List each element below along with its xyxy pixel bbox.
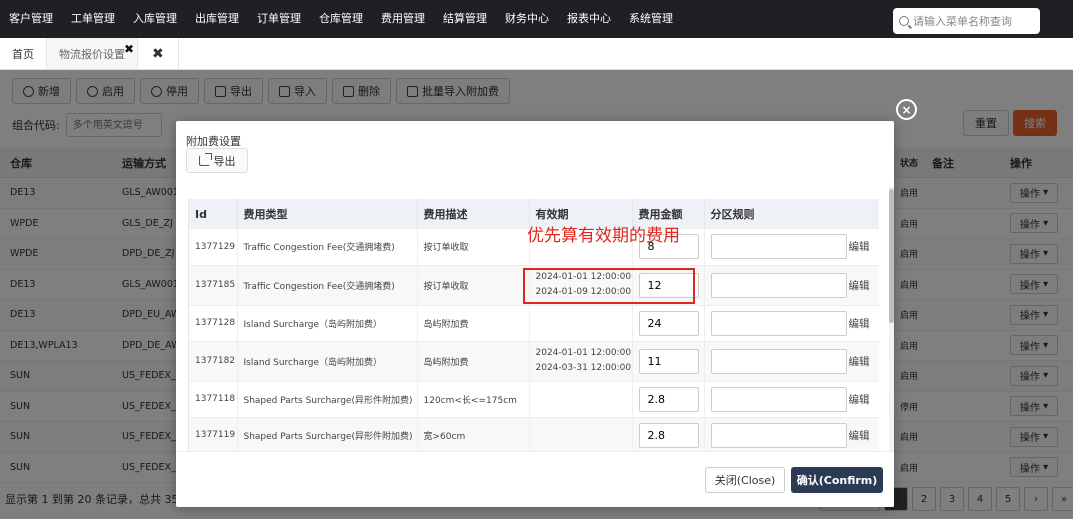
tab-home-label: 首页: [12, 47, 34, 61]
cell-zone-rule: 编辑: [704, 229, 879, 266]
menu-settlement[interactable]: 结算管理: [434, 0, 496, 38]
modal-export-label: 导出: [213, 154, 236, 168]
amount-input[interactable]: [638, 310, 699, 336]
cell-amount: [632, 265, 705, 306]
edit-link[interactable]: 编辑: [849, 356, 870, 368]
surcharge-settings-modal: 附加费设置 导出 Id 费用类型 费用描述 有效期 费用金额 分区规则 1377…: [176, 121, 894, 507]
edit-link[interactable]: 编辑: [849, 394, 870, 406]
cell-zone-rule: 编辑: [704, 381, 879, 418]
edit-link[interactable]: 编辑: [849, 430, 870, 442]
menu-warehouse[interactable]: 仓库管理: [310, 0, 372, 38]
zone-rule-input[interactable]: [710, 272, 847, 298]
valid-to: 2024-03-31 12:00:00: [535, 363, 632, 373]
modal-title: 附加费设置: [186, 135, 241, 148]
table-row: 1377182 Island Surcharge（岛屿附加费） 岛屿附加费 2024-…: [189, 341, 879, 382]
menu-orders[interactable]: 订单管理: [248, 0, 310, 38]
cell-fee-desc: 120cm<长<=175cm: [417, 381, 530, 418]
modal-export-button[interactable]: 导出: [186, 148, 248, 173]
table-row: 1377185 Traffic Congestion Fee(交通拥堵费) 按订单收…: [189, 265, 879, 306]
export-icon: [198, 153, 212, 166]
cell-fee-desc: 宽>60cm: [417, 417, 530, 451]
cell-id: 1377118: [189, 381, 238, 418]
menu-system[interactable]: 系统管理: [620, 0, 682, 38]
modal-scrollbar-thumb[interactable]: [889, 189, 894, 323]
zone-rule-input[interactable]: [710, 422, 847, 448]
confirm-button[interactable]: 确认(Confirm): [791, 467, 883, 493]
cell-fee-type: Island Surcharge（岛屿附加费）: [237, 305, 418, 342]
cell-amount: [632, 305, 705, 342]
cell-fee-type: Shaped Parts Surcharge(异形件附加费): [237, 381, 418, 418]
table-row: 1377128Island Surcharge（岛屿附加费）岛屿附加费 编辑: [189, 305, 879, 342]
cell-zone-rule: 编辑: [704, 341, 879, 382]
tab-home[interactable]: 首页: [0, 38, 47, 69]
menu-outbound[interactable]: 出库管理: [186, 0, 248, 38]
modal-footer: 关闭(Close) 确认(Confirm): [176, 451, 894, 507]
cell-validity: [529, 417, 633, 451]
cell-validity: [529, 381, 633, 418]
tab-logistics-quote[interactable]: 物流报价设置 ✖: [47, 38, 138, 69]
cell-fee-desc: 岛屿附加费: [417, 305, 530, 342]
cell-fee-type: Island Surcharge（岛屿附加费）: [237, 341, 418, 382]
edit-link[interactable]: 编辑: [849, 318, 870, 330]
cell-amount: [632, 381, 705, 418]
top-nav: 客户管理 工单管理 入库管理 出库管理 订单管理 仓库管理 费用管理 结算管理 …: [0, 0, 1073, 38]
zone-rule-input[interactable]: [710, 310, 847, 336]
menu-inbound[interactable]: 入库管理: [124, 0, 186, 38]
cell-id: 1377119: [189, 417, 238, 451]
cell-fee-desc: 按订单收取: [417, 229, 530, 266]
main-menu: 客户管理 工单管理 入库管理 出库管理 订单管理 仓库管理 费用管理 结算管理 …: [0, 0, 682, 38]
cell-validity: [529, 305, 633, 342]
col-id: Id: [189, 199, 238, 229]
edit-link[interactable]: 编辑: [849, 280, 870, 292]
tab-close-icon[interactable]: ✖: [124, 42, 134, 56]
close-all-tabs-icon[interactable]: ✖: [138, 38, 179, 69]
col-fee-desc: 费用描述: [417, 199, 530, 229]
cell-fee-type: Traffic Congestion Fee(交通拥堵费): [237, 265, 418, 306]
menu-reports[interactable]: 报表中心: [558, 0, 620, 38]
amount-input[interactable]: [638, 272, 699, 298]
close-button[interactable]: 关闭(Close): [705, 467, 785, 493]
menu-workorder[interactable]: 工单管理: [62, 0, 124, 38]
menu-search: [893, 8, 1040, 34]
cell-fee-desc: 岛屿附加费: [417, 341, 530, 382]
amount-input[interactable]: [638, 386, 699, 412]
cell-zone-rule: 编辑: [704, 417, 879, 451]
annotation-note: 优先算有效期的费用: [527, 226, 680, 246]
cell-id: 1377182: [189, 341, 238, 382]
valid-from: 2024-01-01 12:00:00: [535, 272, 632, 282]
tab-logistics-quote-label: 物流报价设置: [59, 47, 125, 61]
zone-rule-input[interactable]: [710, 234, 847, 260]
cell-fee-type: Traffic Congestion Fee(交通拥堵费): [237, 229, 418, 266]
valid-to: 2024-01-09 12:00:00: [535, 287, 632, 297]
modal-close-icon[interactable]: ×: [896, 99, 917, 120]
cell-fee-desc: 按订单收取: [417, 265, 530, 306]
search-icon: [899, 16, 909, 26]
cell-amount: [632, 341, 705, 382]
zone-rule-input[interactable]: [710, 386, 847, 412]
tab-bar: 首页 物流报价设置 ✖ ✖: [0, 38, 1073, 70]
cell-id: 1377129: [189, 229, 238, 266]
menu-fees[interactable]: 费用管理: [372, 0, 434, 38]
amount-input[interactable]: [638, 422, 699, 448]
menu-finance[interactable]: 财务中心: [496, 0, 558, 38]
table-row: 1377119 Shaped Parts Surcharge(异形件附加费) 宽>6…: [189, 417, 879, 451]
table-row: 1377118 Shaped Parts Surcharge(异形件附加费) 120…: [189, 381, 879, 418]
cell-fee-type: Shaped Parts Surcharge(异形件附加费): [237, 417, 418, 451]
cell-validity: 2024-01-01 12:00:00 2024-03-31 12:00:00: [529, 341, 633, 382]
menu-customer[interactable]: 客户管理: [0, 0, 62, 38]
amount-input[interactable]: [638, 348, 699, 374]
zone-rule-input[interactable]: [710, 348, 847, 374]
cell-id: 1377128: [189, 305, 238, 342]
cell-amount: [632, 417, 705, 451]
cell-zone-rule: 编辑: [704, 265, 879, 306]
cell-id: 1377185: [189, 265, 238, 306]
menu-search-input[interactable]: [913, 14, 1033, 28]
col-zone-rule: 分区规则: [704, 199, 879, 229]
cell-validity: 2024-01-01 12:00:00 2024-01-09 12:00:00: [529, 265, 633, 306]
col-fee-type: 费用类型: [237, 199, 418, 229]
edit-link[interactable]: 编辑: [849, 241, 870, 253]
cell-zone-rule: 编辑: [704, 305, 879, 342]
valid-from: 2024-01-01 12:00:00: [535, 348, 632, 358]
